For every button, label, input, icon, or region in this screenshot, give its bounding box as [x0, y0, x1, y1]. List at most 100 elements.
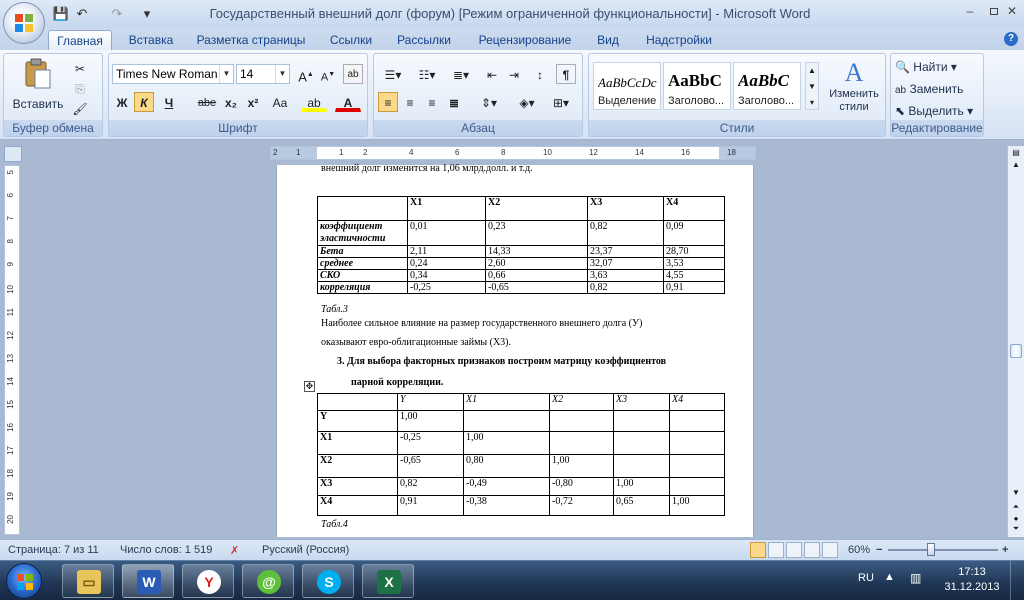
minimize-button[interactable]: – — [958, 2, 982, 20]
copy-icon[interactable]: ⎘ — [70, 78, 90, 98]
table-cell[interactable]: -0,80 — [549, 477, 614, 496]
clear-format-icon[interactable]: ab — [343, 64, 363, 84]
table-cell[interactable]: 0,24 — [407, 257, 486, 270]
tab-home[interactable]: Главная — [48, 30, 112, 50]
cut-icon[interactable]: ✂ — [70, 58, 90, 78]
table-cell[interactable]: 1,00 — [463, 431, 550, 455]
table-cell[interactable]: -0,72 — [549, 495, 614, 516]
vertical-scrollbar[interactable]: ▤ ▲ ▼ ⏶ ● ⏷ — [1007, 146, 1024, 537]
show-desktop-button[interactable] — [1010, 561, 1024, 600]
table-cell[interactable]: 32,07 — [587, 257, 664, 270]
line-spacing-icon[interactable]: ⇕▾ — [474, 92, 504, 112]
network-icon[interactable]: ▥ — [910, 571, 921, 585]
table-cell[interactable]: -0,65 — [485, 281, 588, 294]
shrink-font-icon[interactable]: A▼ — [318, 64, 338, 84]
zoom-level[interactable]: 60% — [848, 544, 870, 556]
table-cell[interactable]: 0,82 — [587, 281, 664, 294]
table-cell[interactable]: -0,38 — [463, 495, 550, 516]
table-cell[interactable]: 23,37 — [587, 245, 664, 258]
table-cell[interactable]: X1 — [407, 196, 486, 221]
table-cell[interactable] — [669, 431, 725, 455]
table-cell[interactable]: X1 — [463, 393, 550, 411]
language-switcher[interactable]: RU — [858, 572, 874, 584]
office-button[interactable] — [3, 2, 45, 44]
tab-page-layout[interactable]: Разметка страницы — [190, 30, 312, 50]
zoom-slider[interactable] — [888, 549, 998, 551]
align-right-icon[interactable]: ≡ — [422, 92, 442, 112]
table-cell[interactable]: X2 — [485, 196, 588, 221]
undo-icon[interactable]: ↶ — [73, 5, 91, 23]
tab-mailings[interactable]: Рассылки — [388, 30, 460, 50]
explorer-taskbar-button[interactable]: ▭ — [62, 564, 114, 598]
table-cell[interactable]: 0,09 — [663, 220, 725, 246]
page-count[interactable]: Страница: 7 из 11 — [8, 544, 99, 556]
table-cell[interactable]: X2 — [549, 393, 614, 411]
draft-view-icon[interactable] — [822, 542, 838, 558]
table-cell[interactable]: X2 — [317, 454, 398, 478]
save-icon[interactable]: 💾 — [52, 5, 70, 23]
table-cell[interactable]: корреляция — [317, 281, 408, 294]
table-cell[interactable]: X3 — [317, 477, 398, 496]
table-cell[interactable] — [549, 431, 614, 455]
table-cell[interactable]: 0,01 — [407, 220, 486, 246]
browse-object-icon[interactable]: ● — [1009, 514, 1023, 524]
table-cell[interactable]: 1,00 — [669, 495, 725, 516]
table-cell[interactable]: 1,00 — [549, 454, 614, 478]
table-cell[interactable] — [549, 410, 614, 432]
word-taskbar-button[interactable]: W — [122, 564, 174, 598]
tab-addins[interactable]: Надстройки — [636, 30, 722, 50]
ruler-toggle-icon[interactable]: ▤ — [1009, 148, 1023, 160]
shading-icon[interactable]: ◈▾ — [512, 92, 542, 112]
tab-references[interactable]: Ссылки — [320, 30, 382, 50]
table-3[interactable]: X1 X2 X3 X4 коэффициент эластичности 0,0… — [317, 196, 725, 294]
sort-icon[interactable]: ↕ — [530, 64, 550, 84]
table-cell[interactable] — [613, 454, 670, 478]
table-cell[interactable] — [669, 477, 725, 496]
table-cell[interactable]: 28,70 — [663, 245, 725, 258]
customize-qat-button[interactable]: ▾ — [138, 5, 156, 23]
tab-view[interactable]: Вид — [588, 30, 628, 50]
table-cell[interactable] — [613, 431, 670, 455]
tab-selector[interactable] — [4, 146, 22, 162]
table-cell[interactable]: X3 — [587, 196, 664, 221]
table-cell[interactable] — [317, 196, 408, 221]
decrease-indent-icon[interactable]: ⇤ — [482, 64, 502, 84]
style-heading1[interactable]: AaBbC Заголово... — [663, 62, 731, 110]
table-cell[interactable]: X4 — [317, 495, 398, 516]
table-cell[interactable] — [613, 410, 670, 432]
close-button[interactable]: ✕ — [1000, 2, 1024, 20]
horizontal-ruler[interactable]: 2 1 1 2 4 6 8 10 12 14 16 18 — [270, 146, 756, 160]
table-cell[interactable]: -0,49 — [463, 477, 550, 496]
table-cell[interactable]: Y — [317, 410, 398, 432]
outline-view-icon[interactable] — [804, 542, 820, 558]
full-screen-view-icon[interactable] — [768, 542, 784, 558]
vertical-ruler[interactable]: 5 6 7 8 9 10 11 12 13 14 15 16 17 18 19 … — [4, 165, 20, 535]
font-color-icon[interactable]: A — [335, 92, 361, 112]
style-emphasis[interactable]: AaBbCcDc Выделение — [593, 62, 661, 110]
table-cell[interactable]: 1,00 — [397, 410, 464, 432]
table-cell[interactable] — [669, 454, 725, 478]
format-painter-icon[interactable]: 🖌 — [70, 98, 90, 118]
tray-expand-icon[interactable]: ▲ — [884, 571, 895, 583]
change-styles-button[interactable]: A Изменить стили — [825, 58, 883, 114]
table-cell[interactable]: 0,65 — [613, 495, 670, 516]
font-size-combo[interactable]: 14 ▼ — [236, 64, 290, 84]
justify-icon[interactable]: ≣ — [444, 92, 464, 112]
table-cell[interactable]: 0,34 — [407, 269, 486, 282]
align-left-icon[interactable]: ≡ — [378, 92, 398, 112]
table-cell[interactable]: -0,25 — [397, 431, 464, 455]
yandex-taskbar-button[interactable]: Y — [182, 564, 234, 598]
table-cell[interactable]: коэффициент эластичности — [317, 220, 408, 246]
table-cell[interactable]: 0,82 — [587, 220, 664, 246]
table-cell[interactable]: 3,63 — [587, 269, 664, 282]
prev-page-icon[interactable]: ⏶ — [1009, 502, 1023, 514]
superscript-button[interactable]: x² — [243, 92, 263, 112]
web-layout-view-icon[interactable] — [786, 542, 802, 558]
highlight-icon[interactable]: ab — [301, 92, 327, 112]
table-cell[interactable]: X1 — [317, 431, 398, 455]
icq-taskbar-button[interactable]: @ — [242, 564, 294, 598]
replace-button[interactable]: ab Заменить — [895, 80, 963, 100]
table-cell[interactable]: Y — [397, 393, 464, 411]
table-cell[interactable]: X4 — [663, 196, 725, 221]
table-cell[interactable]: -0,65 — [397, 454, 464, 478]
